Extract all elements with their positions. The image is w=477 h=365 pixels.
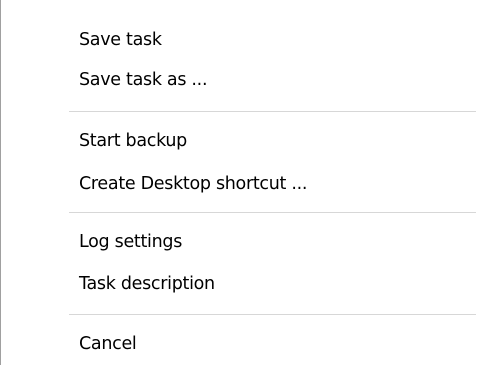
menu-item-log-settings[interactable]: Log settings bbox=[1, 222, 477, 262]
menu-item-label: Create Desktop shortcut ... bbox=[79, 174, 308, 194]
menu-item-label: Log settings bbox=[79, 232, 183, 252]
menu-item-save-task-as[interactable]: Save task as ... bbox=[1, 60, 477, 100]
menu-item-label: Start backup bbox=[79, 131, 187, 151]
context-menu: Save task Save task as ... Start backup … bbox=[0, 0, 476, 365]
menu-item-create-desktop-shortcut[interactable]: Create Desktop shortcut ... bbox=[1, 164, 477, 204]
menu-item-label: Save task bbox=[79, 30, 162, 50]
menu-item-label: Task description bbox=[79, 274, 215, 294]
menu-separator bbox=[69, 314, 476, 315]
menu-item-label: Save task as ... bbox=[79, 70, 208, 90]
menu-item-label: Cancel bbox=[79, 334, 137, 354]
menu-item-cancel[interactable]: Cancel bbox=[1, 324, 477, 364]
menu-item-task-description[interactable]: Task description bbox=[1, 264, 477, 304]
menu-separator bbox=[69, 111, 476, 112]
menu-item-save-task[interactable]: Save task bbox=[1, 20, 477, 60]
menu-item-start-backup[interactable]: Start backup bbox=[1, 121, 477, 161]
menu-separator bbox=[69, 212, 476, 213]
